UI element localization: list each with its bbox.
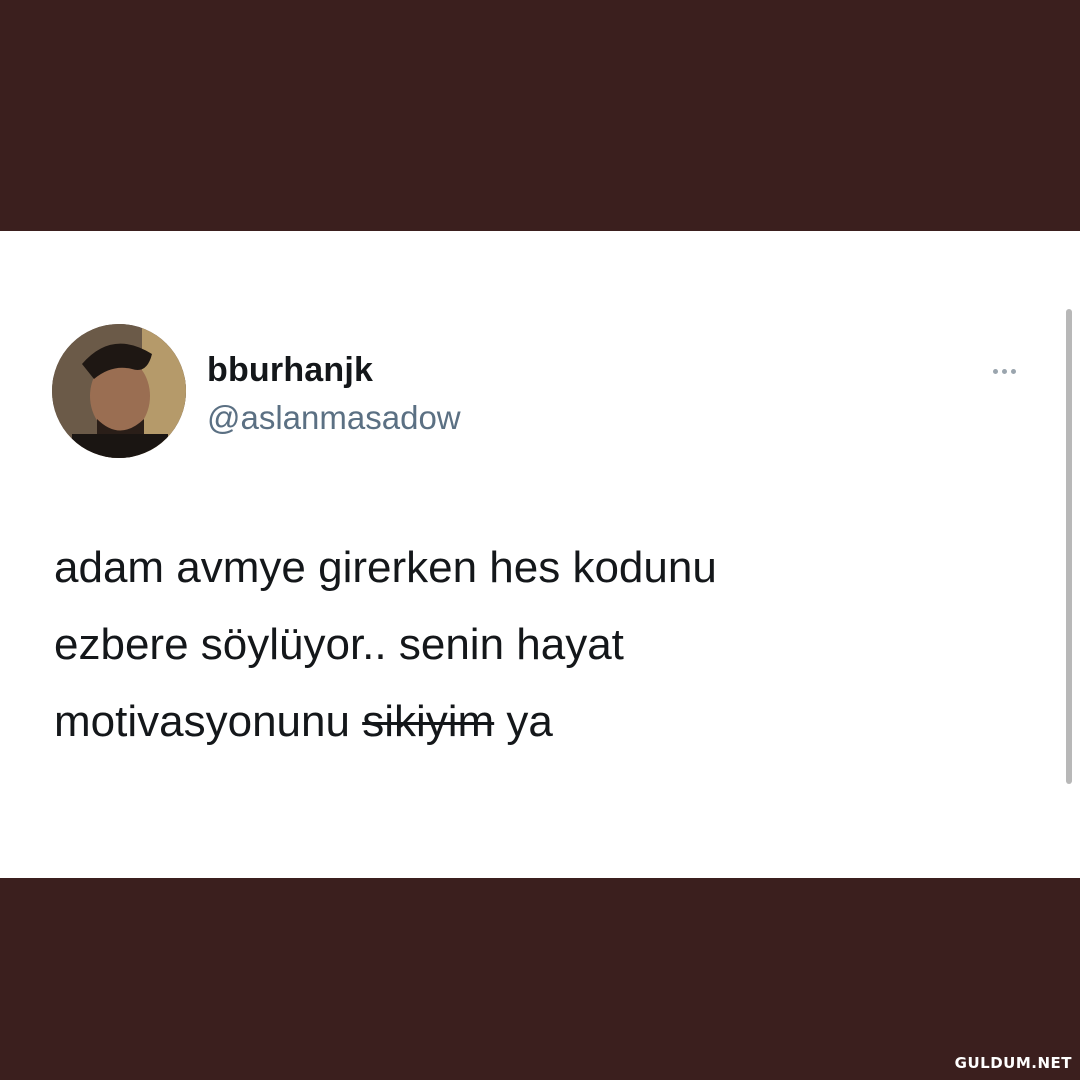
tweet-text-tail: ya (506, 697, 553, 746)
ellipsis-icon-dot (1010, 368, 1016, 374)
avatar-photo (52, 324, 186, 458)
struck-through-word: sikiyim (362, 697, 495, 746)
user-handle[interactable]: @aslanmasadow (207, 399, 461, 437)
meme-frame: bburhanjk @aslanmasadow adam avmye girer… (0, 0, 1080, 1080)
scrollbar[interactable] (1066, 309, 1072, 784)
avatar[interactable] (52, 324, 186, 458)
ellipsis-icon-dot (1001, 368, 1007, 374)
more-options-button[interactable] (984, 359, 1024, 383)
tweet-text: adam avmye girerken hes kodunu ezbere sö… (54, 529, 954, 760)
watermark: GULDUM.NET (954, 1054, 1072, 1072)
tweet-text-line-last: motivasyonunu sikiyim ya (54, 683, 954, 760)
tweet-card: bburhanjk @aslanmasadow adam avmye girer… (0, 231, 1080, 878)
tweet-text-line: adam avmye girerken hes kodunu (54, 543, 717, 592)
ellipsis-icon (992, 368, 998, 374)
display-name[interactable]: bburhanjk (207, 351, 373, 390)
tweet-text-segment: motivasyonunu (54, 697, 350, 746)
tweet-text-line: ezbere söylüyor.. senin hayat (54, 620, 624, 669)
